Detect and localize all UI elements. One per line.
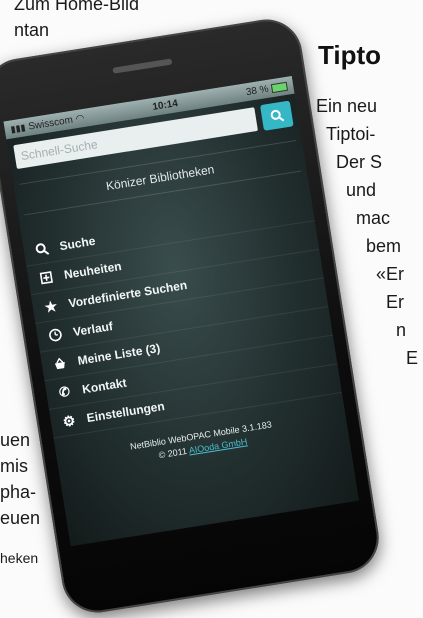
article-line: Ein neu	[316, 96, 377, 117]
phone-icon: ✆	[55, 383, 73, 401]
phone-screen: ▮▮▮ Swisscom ◠ 10:14 38 % Könizer Biblio…	[3, 76, 359, 546]
star-icon: ★	[42, 297, 60, 315]
footer-copyright: © 2011	[158, 446, 188, 460]
phone-speaker	[112, 58, 172, 73]
basket-icon	[51, 355, 69, 373]
article-line: E	[406, 348, 418, 369]
article-line: uen	[0, 430, 30, 451]
battery-icon	[271, 81, 288, 92]
settings-icon: ⚙	[60, 412, 78, 430]
article-text-top: Zum Home-Bild	[14, 0, 139, 15]
article-heading: Tipto	[318, 40, 381, 71]
menu-item-label: Verlauf	[72, 319, 114, 339]
article-line: pha-	[0, 482, 36, 503]
article-line: heken	[0, 550, 38, 566]
signal-icon: ▮▮▮	[10, 122, 26, 135]
article-line: euen	[0, 508, 40, 529]
menu-item-label: Suche	[58, 234, 96, 253]
article-line: «Er	[376, 264, 404, 285]
main-menu: Suche Neuheiten ★ Vordefinierte Suchen V…	[22, 192, 342, 438]
wifi-icon: ◠	[75, 112, 85, 124]
article-line: Tiptoi-	[326, 124, 375, 145]
menu-item-label: Neuheiten	[63, 259, 122, 282]
article-line: n	[396, 320, 406, 341]
article-text-top: ntan	[14, 20, 49, 41]
menu-item-label: Einstellungen	[86, 399, 166, 425]
battery-level: 38 %	[245, 83, 269, 97]
search-icon	[269, 108, 285, 124]
menu-item-label: Kontakt	[81, 376, 127, 397]
article-line: mis	[0, 456, 28, 477]
new-items-icon	[37, 269, 55, 287]
article-line: bem	[366, 236, 401, 257]
search-button[interactable]	[260, 101, 294, 131]
status-time: 10:14	[152, 98, 179, 113]
clock-icon	[46, 326, 64, 344]
article-line: Der S	[336, 152, 382, 173]
article-line: Er	[386, 292, 404, 313]
article-line: mac	[356, 208, 390, 229]
article-line: und	[346, 180, 376, 201]
search-icon	[33, 240, 51, 258]
